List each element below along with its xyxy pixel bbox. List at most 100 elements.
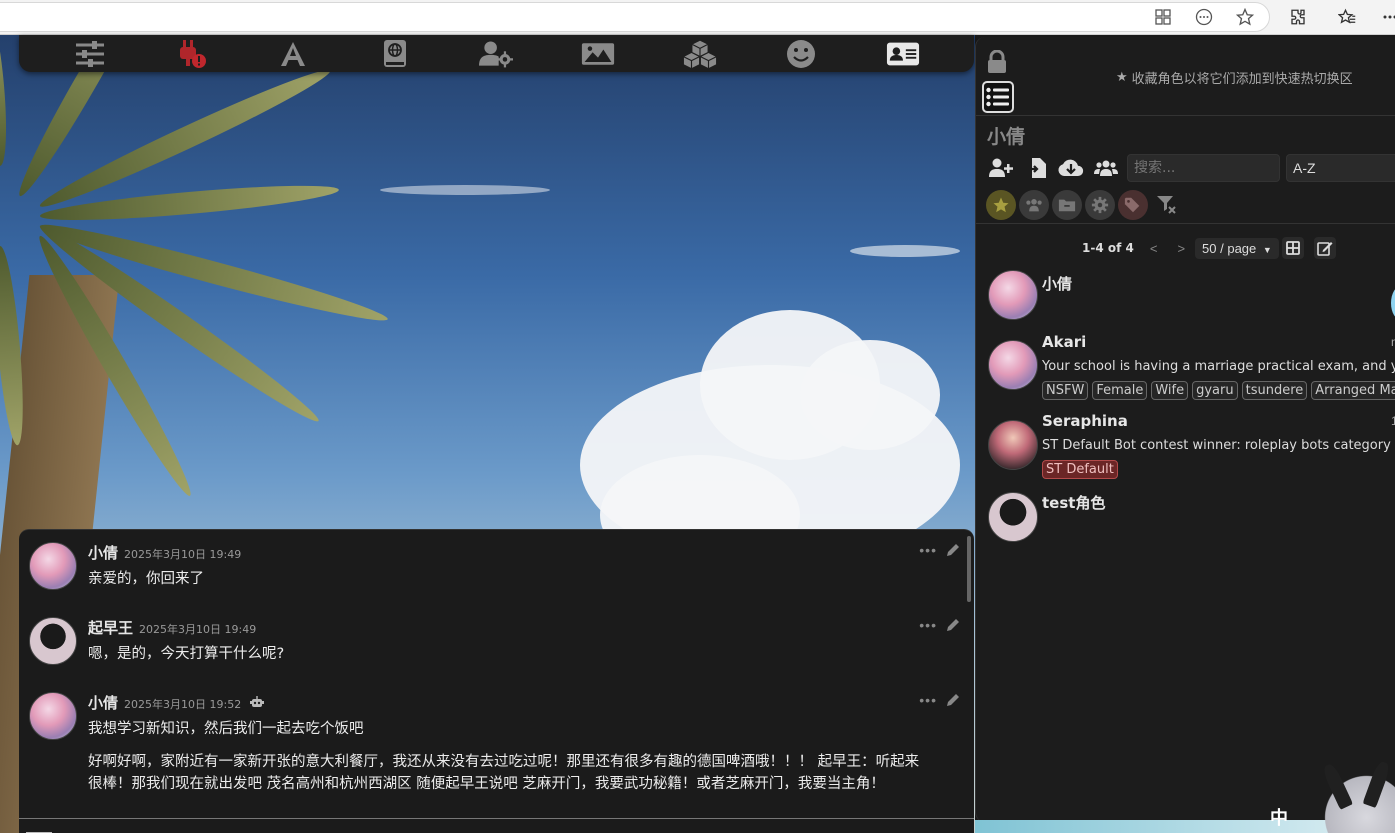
tag-list: NSFW Female Wife gyaru tsundere Arranged… <box>1042 381 1395 400</box>
avatar <box>29 542 77 590</box>
ellipsis-icon[interactable] <box>1380 7 1395 27</box>
menu-icon[interactable] <box>26 825 52 833</box>
message-timestamp: 2025年3月10日 19:49 <box>124 548 242 561</box>
create-character-button[interactable] <box>987 154 1015 182</box>
edit-icon <box>1317 242 1333 256</box>
message-author: 小倩 <box>88 694 119 712</box>
message-text: 我想学习新知识，然后我们一起去吃个饭吧 <box>88 721 364 737</box>
list-view-button[interactable] <box>982 81 1014 113</box>
sliders-icon[interactable] <box>73 39 107 69</box>
character-name: test角色 <box>1042 494 1106 512</box>
character-name: Akari <box>1042 333 1087 351</box>
message-text-continued: 好啊好啊，家附近有一家新开张的意大利餐厅，我还从来没有去过吃过呢！那里还有很多有… <box>88 754 920 792</box>
cloud-download-icon <box>1058 159 1084 176</box>
avatar <box>988 420 1038 470</box>
avatar <box>988 492 1038 542</box>
per-page-select[interactable]: 50 / page ▼ <box>1195 237 1279 259</box>
edit-message-icon[interactable] <box>945 617 961 638</box>
more-options-button[interactable]: ••• <box>919 617 937 633</box>
filter-favorites-button[interactable] <box>986 190 1016 220</box>
edit-message-icon[interactable] <box>945 542 961 563</box>
character-search-input[interactable] <box>1127 154 1280 182</box>
lock-icon[interactable] <box>986 49 1008 79</box>
mascot-image <box>1300 755 1395 833</box>
gear-icon <box>1091 196 1109 214</box>
bulk-edit-button[interactable] <box>1314 237 1336 259</box>
character-description: Your school is having a marriage practic… <box>1042 359 1395 374</box>
ime-indicator: 中 <box>1270 808 1288 829</box>
filter-clear-icon[interactable] <box>1156 194 1176 219</box>
caret-down-icon: ▼ <box>1262 244 1272 255</box>
character-name: 小倩 <box>1042 275 1073 293</box>
create-group-button[interactable] <box>1092 154 1120 182</box>
file-import-icon <box>1027 158 1046 178</box>
import-file-button[interactable] <box>1023 154 1051 182</box>
user-gear-icon[interactable] <box>479 39 514 69</box>
more-options-button[interactable]: ••• <box>919 542 937 558</box>
pagination: 1-4 of 4 < > 50 / page ▼ <box>1082 236 1279 260</box>
book-globe-icon[interactable] <box>378 39 412 69</box>
apps-icon[interactable] <box>1153 7 1173 27</box>
smile-icon[interactable] <box>784 39 818 69</box>
message-text: 嗯，是的，今天打算干什么呢? <box>88 646 285 662</box>
tag[interactable]: tsundere <box>1241 381 1308 400</box>
token-count: n <box>1391 335 1395 349</box>
next-page-button[interactable]: > <box>1177 241 1185 256</box>
message-timestamp: 2025年3月10日 19:49 <box>139 623 257 636</box>
edit-message-icon[interactable] <box>945 692 961 713</box>
chat-area: 小倩 2025年3月10日 19:49 ••• 亲爱的，你回来了 起早王 2025年… <box>19 529 974 833</box>
tag[interactable]: Arranged Marriag <box>1311 381 1395 400</box>
id-card-icon[interactable] <box>886 39 920 69</box>
tag-list: ST Default <box>1042 460 1118 479</box>
users-icon <box>1026 199 1042 212</box>
avatar <box>988 270 1038 320</box>
panel-title: 小倩 <box>987 126 1026 148</box>
chat-scrollbar[interactable] <box>967 536 971 602</box>
grid-icon <box>1286 241 1300 255</box>
top-nav-bar <box>19 35 974 72</box>
tag[interactable]: NSFW <box>1042 381 1089 400</box>
sort-select[interactable]: A-Z <box>1286 154 1395 182</box>
chat-input-border <box>19 818 974 819</box>
avatar <box>1391 286 1395 320</box>
browser-toolbar <box>0 0 1395 35</box>
character-panel: ★ 收藏角色以将它们添加到快速热切换区 小倩 A-Z 1-4 of 4 < > … <box>975 37 1395 822</box>
filter-folders-button[interactable] <box>1052 190 1082 220</box>
tag[interactable]: ST Default <box>1042 460 1118 479</box>
list-icon <box>986 87 1009 107</box>
message-text: 亲爱的，你回来了 <box>88 571 204 587</box>
users-icon <box>1094 160 1118 176</box>
cubes-icon[interactable] <box>683 39 717 69</box>
filter-groups-button[interactable] <box>1019 190 1049 220</box>
page-range: 1-4 of 4 <box>1082 241 1134 255</box>
favorites-icon[interactable] <box>1337 7 1357 27</box>
star-icon <box>993 197 1009 213</box>
message-timestamp: 2025年3月10日 19:52 <box>124 698 242 711</box>
star-outline-icon[interactable] <box>1235 7 1255 27</box>
user-plus-icon <box>989 158 1013 177</box>
more-horizontal-circle-icon[interactable] <box>1194 7 1214 27</box>
tag[interactable]: Female <box>1092 381 1148 400</box>
extensions-icon[interactable] <box>1288 7 1308 27</box>
tag[interactable]: Wife <box>1151 381 1189 400</box>
tags-icon <box>1124 197 1140 213</box>
prev-page-button[interactable]: < <box>1150 241 1158 256</box>
filter-tags-button[interactable] <box>1118 190 1148 220</box>
more-options-button[interactable]: ••• <box>919 692 937 708</box>
character-name: Seraphina <box>1042 412 1128 430</box>
cloud-download-button[interactable] <box>1057 154 1085 182</box>
image-icon[interactable] <box>581 39 615 69</box>
tag[interactable]: gyaru <box>1192 381 1238 400</box>
filter-settings-button[interactable] <box>1085 190 1115 220</box>
grid-view-button[interactable] <box>1282 237 1304 259</box>
plug-warning-icon[interactable] <box>174 39 208 69</box>
avatar <box>988 340 1038 390</box>
token-count: 1 <box>1391 414 1395 428</box>
font-icon[interactable] <box>276 39 310 69</box>
avatar <box>29 617 77 665</box>
address-bar[interactable] <box>0 2 1270 32</box>
star-icon: ★ <box>1116 70 1128 85</box>
message-author: 起早王 <box>88 619 134 637</box>
folder-icon <box>1058 199 1076 212</box>
character-description: ST Default Bot contest winner: roleplay … <box>1042 438 1391 453</box>
